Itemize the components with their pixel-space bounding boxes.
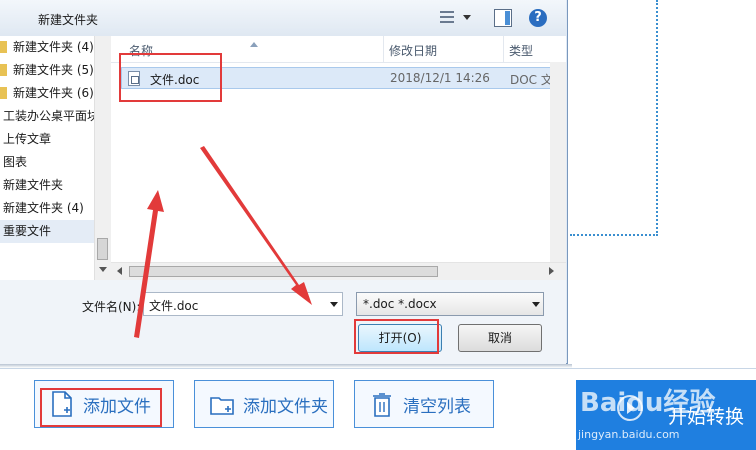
view-dropdown-arrow-icon[interactable] — [463, 15, 471, 20]
nav-item[interactable]: 新建文件夹 (5) — [0, 59, 94, 82]
nav-item[interactable]: 工装办公桌平面块 — [0, 105, 97, 128]
column-divider[interactable] — [383, 36, 384, 62]
cancel-button[interactable]: 取消 — [458, 324, 542, 352]
file-list-horizontal-scrollbar[interactable] — [111, 262, 566, 281]
add-folder-label: 添加文件夹 — [243, 396, 328, 417]
scroll-left-arrow-icon[interactable] — [117, 267, 122, 275]
add-folder-icon — [209, 390, 235, 418]
nav-item[interactable]: 图表 — [0, 151, 97, 174]
filename-input[interactable]: 文件.doc — [143, 292, 343, 316]
drop-zone-border — [570, 0, 658, 236]
sort-arrow-icon — [250, 42, 258, 47]
nav-item[interactable]: 上传文章 — [0, 128, 97, 151]
add-folder-button[interactable]: 添加文件夹 — [194, 380, 334, 428]
dialog-footer: 文件名(N): 文件.doc *.doc *.docx 打开(O) 取消 — [0, 280, 566, 364]
nav-item[interactable]: 新建文件夹 — [0, 174, 97, 197]
trash-icon — [369, 390, 395, 418]
nav-scroll-thumb[interactable] — [97, 238, 108, 260]
watermark-play-icon — [617, 395, 643, 421]
nav-scrollbar[interactable] — [94, 36, 111, 280]
help-icon[interactable]: ? — [529, 9, 547, 27]
dialog-shadow — [0, 364, 572, 368]
watermark-url: jingyan.baidu.com — [578, 428, 680, 441]
column-divider[interactable] — [503, 36, 504, 62]
filetype-select[interactable]: *.doc *.docx — [356, 292, 544, 316]
clear-list-label: 清空列表 — [403, 396, 471, 417]
folder-icon — [0, 87, 7, 99]
highlight-add-file-button — [40, 388, 162, 427]
nav-item[interactable]: 新建文件夹 (4) — [0, 36, 94, 59]
nav-item[interactable]: 新建文件夹 (4) — [0, 197, 97, 220]
highlight-file-row — [119, 53, 222, 102]
folder-icon — [0, 64, 7, 76]
view-options-icon[interactable] — [438, 9, 456, 27]
column-type-header[interactable]: 类型 — [509, 42, 533, 59]
filename-dropdown-arrow-icon[interactable] — [330, 302, 338, 307]
clear-list-button[interactable]: 清空列表 — [354, 380, 494, 428]
watermark-brand: Baidu经验 — [580, 388, 716, 418]
preview-pane-icon[interactable] — [494, 9, 512, 27]
filetype-dropdown-arrow-icon[interactable] — [532, 302, 540, 307]
file-open-dialog: 新建文件夹 ? 新建文件夹 (4) 新建文件夹 (5) 新建文件夹 (6) 工装… — [0, 0, 568, 364]
new-folder-button[interactable]: 新建文件夹 — [38, 11, 98, 28]
highlight-open-button — [354, 319, 439, 354]
dialog-toolbar: 新建文件夹 ? — [0, 0, 566, 37]
scroll-down-arrow-icon[interactable] — [99, 267, 107, 272]
nav-item-selected[interactable]: 重要文件 — [0, 220, 97, 243]
nav-item[interactable]: 新建文件夹 (6) — [0, 82, 94, 105]
folder-icon — [0, 41, 7, 53]
scroll-right-arrow-icon[interactable] — [549, 267, 554, 275]
column-date-header[interactable]: 修改日期 — [389, 42, 437, 59]
horizontal-scroll-thumb[interactable] — [129, 266, 438, 277]
file-date: 2018/12/1 14:26 — [390, 71, 490, 85]
filename-label: 文件名(N): — [82, 300, 141, 314]
